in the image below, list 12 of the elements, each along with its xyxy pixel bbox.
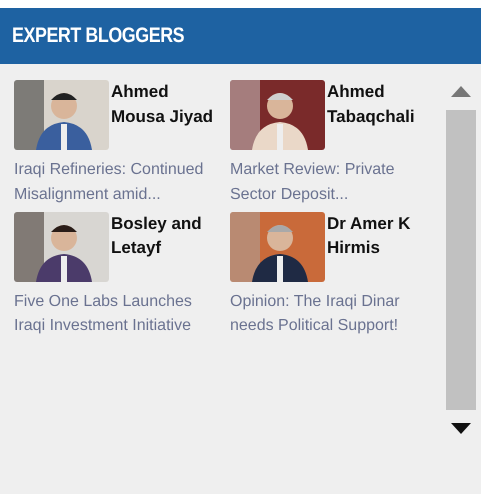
scroll-down-icon[interactable] (450, 422, 472, 436)
scroll-up-icon[interactable] (450, 84, 472, 98)
blogger-name[interactable]: Dr Amer K Hirmis (325, 212, 432, 282)
blogger-name[interactable]: Ahmed Mousa Jiyad (109, 80, 216, 150)
post-link[interactable]: Iraqi Refineries: Continued Misalignment amid... (14, 158, 216, 208)
post-link[interactable]: Five One Labs Launches Iraqi Investment Initiative (14, 290, 216, 340)
post-link[interactable]: Market Review: Private Sector Deposit... (230, 158, 432, 208)
scrollbar-thumb[interactable] (446, 110, 476, 410)
blogger-name[interactable]: Ahmed Tabaqchali (325, 80, 432, 150)
section-title: EXPERT BLOGGERS (12, 23, 184, 50)
blogger-name[interactable]: Bosley and Letayf (109, 212, 216, 282)
post-link[interactable]: Opinion: The Iraqi Dinar needs Political Support! (230, 290, 432, 340)
